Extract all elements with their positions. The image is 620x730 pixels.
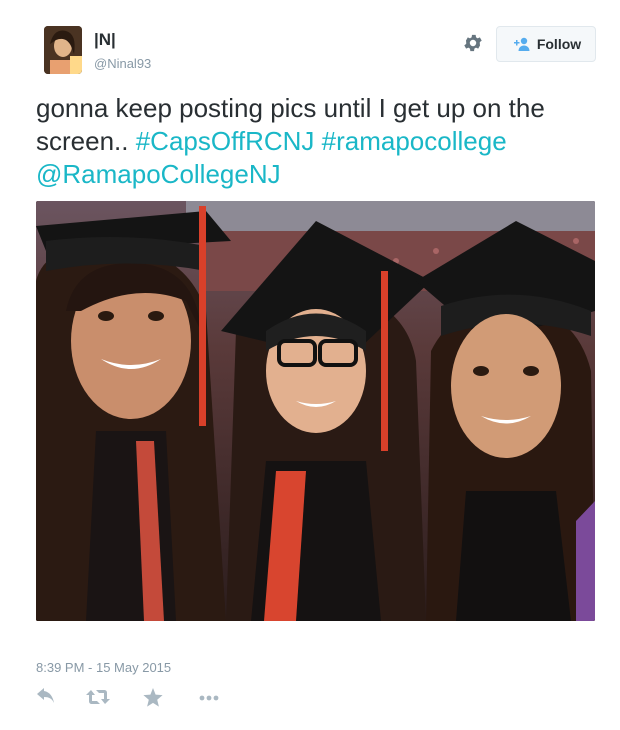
user-handle[interactable]: @Ninal93 <box>94 56 151 71</box>
display-name[interactable]: |N| <box>94 30 116 50</box>
star-icon[interactable] <box>143 688 165 708</box>
gear-icon[interactable] <box>462 32 484 54</box>
more-icon[interactable] <box>198 688 220 708</box>
follow-button-label: Follow <box>536 36 582 52</box>
mention-link[interactable]: @RamapoCollegeNJ <box>36 159 281 189</box>
hashtag-link[interactable]: #ramapocollege <box>322 126 507 156</box>
tweet-photo[interactable] <box>36 201 595 621</box>
tweet-timestamp[interactable]: 8:39 PM - 15 May 2015 <box>36 660 171 675</box>
hashtag-link[interactable]: #CapsOffRCNJ <box>136 126 315 156</box>
retweet-icon[interactable] <box>86 688 112 708</box>
follow-button[interactable]: Follow <box>496 26 596 62</box>
add-user-icon <box>511 36 531 52</box>
avatar[interactable] <box>44 26 82 74</box>
reply-icon[interactable] <box>36 688 58 708</box>
tweet-text: gonna keep posting pics until I get up o… <box>36 92 596 191</box>
